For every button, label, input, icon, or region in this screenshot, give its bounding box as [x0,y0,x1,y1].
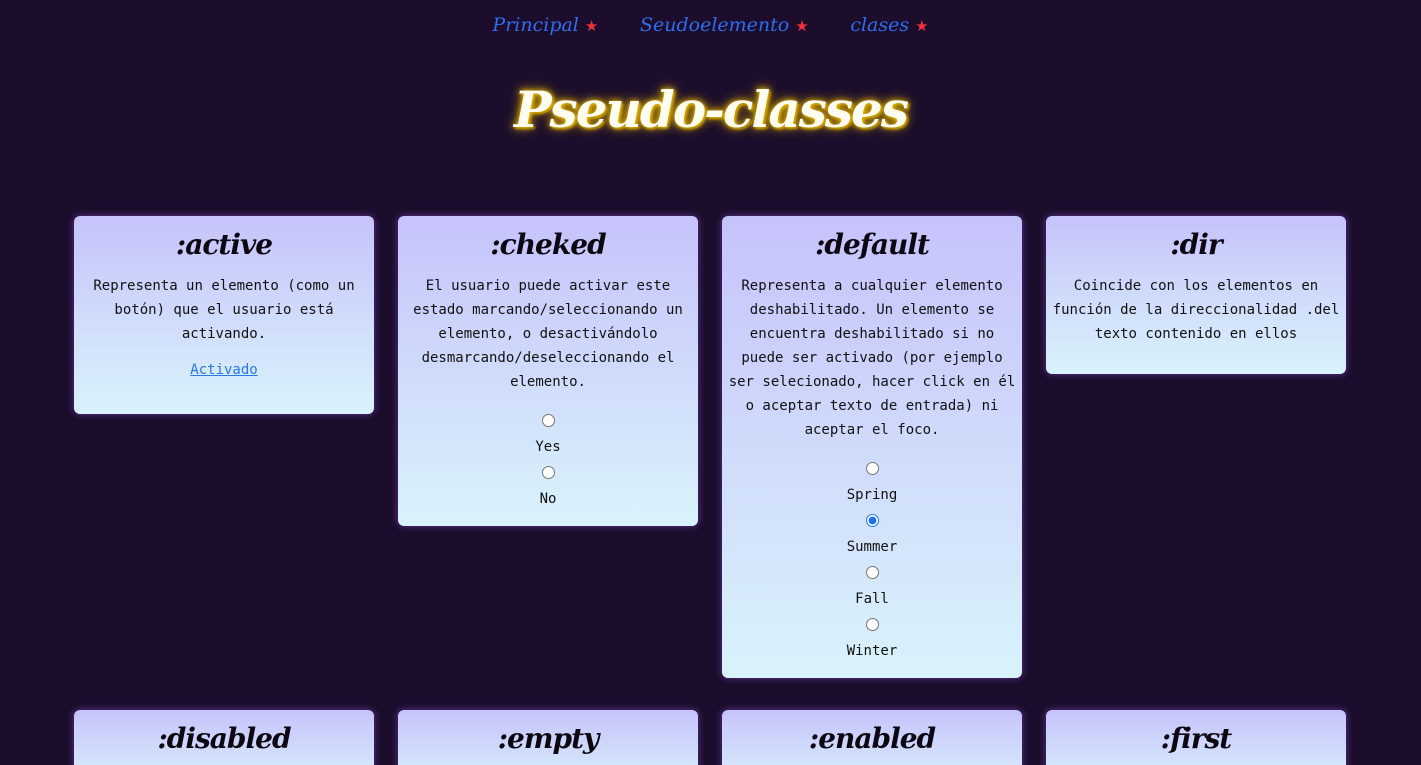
radio-no[interactable] [541,466,555,479]
radio-summer[interactable] [865,514,879,527]
radio-option-fall[interactable]: Fall [728,564,1016,608]
radio-label: Winter [846,643,898,659]
nav-link-principal[interactable]: Principal ★ [492,14,598,36]
radio-label: No [539,491,557,507]
card-description: Representa a cualquier elemento deshabil… [728,278,1016,438]
card-title: :active [175,228,273,261]
card-empty: :empty [398,710,698,765]
card-enabled: :enabled [722,710,1022,765]
radio-option-spring[interactable]: Spring [728,460,1016,504]
radio-option-winter[interactable]: Winter [728,616,1016,660]
card-title: :dir [1170,228,1222,261]
star-icon: ★ [584,17,599,35]
radio-group-yes-no: Yes No [404,412,692,508]
radio-option-no[interactable]: No [404,464,692,508]
radio-winter[interactable] [865,618,879,631]
radio-group-seasons: Spring Summer Fall Winter [728,460,1016,660]
star-icon: ★ [795,17,809,35]
radio-label: Spring [846,487,898,503]
card-title: :empty [497,722,600,755]
card-first: :first [1046,710,1346,765]
card-title: :first [1160,722,1232,755]
nav-link-clases[interactable]: clases ★ [850,14,928,36]
card-dir: :dir Coincide con los elementos en funci… [1046,216,1346,374]
card-checked: :cheked El usuario puede activar este es… [398,216,698,526]
radio-label: Yes [535,439,561,455]
star-icon: ★ [915,17,929,35]
card-title: :disabled [157,722,291,755]
radio-fall[interactable] [865,566,879,579]
card-title: :enabled [808,722,936,755]
card-default: :default Representa a cualquier elemento… [722,216,1022,678]
radio-yes[interactable] [541,414,555,427]
radio-option-yes[interactable]: Yes [404,412,692,456]
activado-link[interactable]: Activado [190,362,257,378]
radio-label: Summer [846,539,898,555]
nav-link-label: Seudoelemento [639,14,790,36]
radio-spring[interactable] [865,462,879,475]
card-title: :default [815,228,930,261]
nav-link-seudoelemento[interactable]: Seudoelemento ★ [640,14,809,36]
card-description: El usuario puede activar este estado mar… [413,278,683,390]
nav-link-label: clases [850,14,910,36]
card-disabled: :disabled [74,710,374,765]
card-title: :cheked [490,228,606,261]
nav-link-label: Principal [492,14,579,36]
card-description: Representa un elemento (como un botón) q… [93,278,355,342]
top-nav: Principal ★ Seudoelemento ★ clases ★ [0,14,1421,36]
radio-option-summer[interactable]: Summer [728,512,1016,556]
card-description: Coincide con los elementos en función de… [1052,278,1340,342]
radio-label: Fall [855,591,889,607]
card-active: :active Representa un elemento (como un … [74,216,374,414]
page-title: Pseudo-classes [513,80,909,139]
